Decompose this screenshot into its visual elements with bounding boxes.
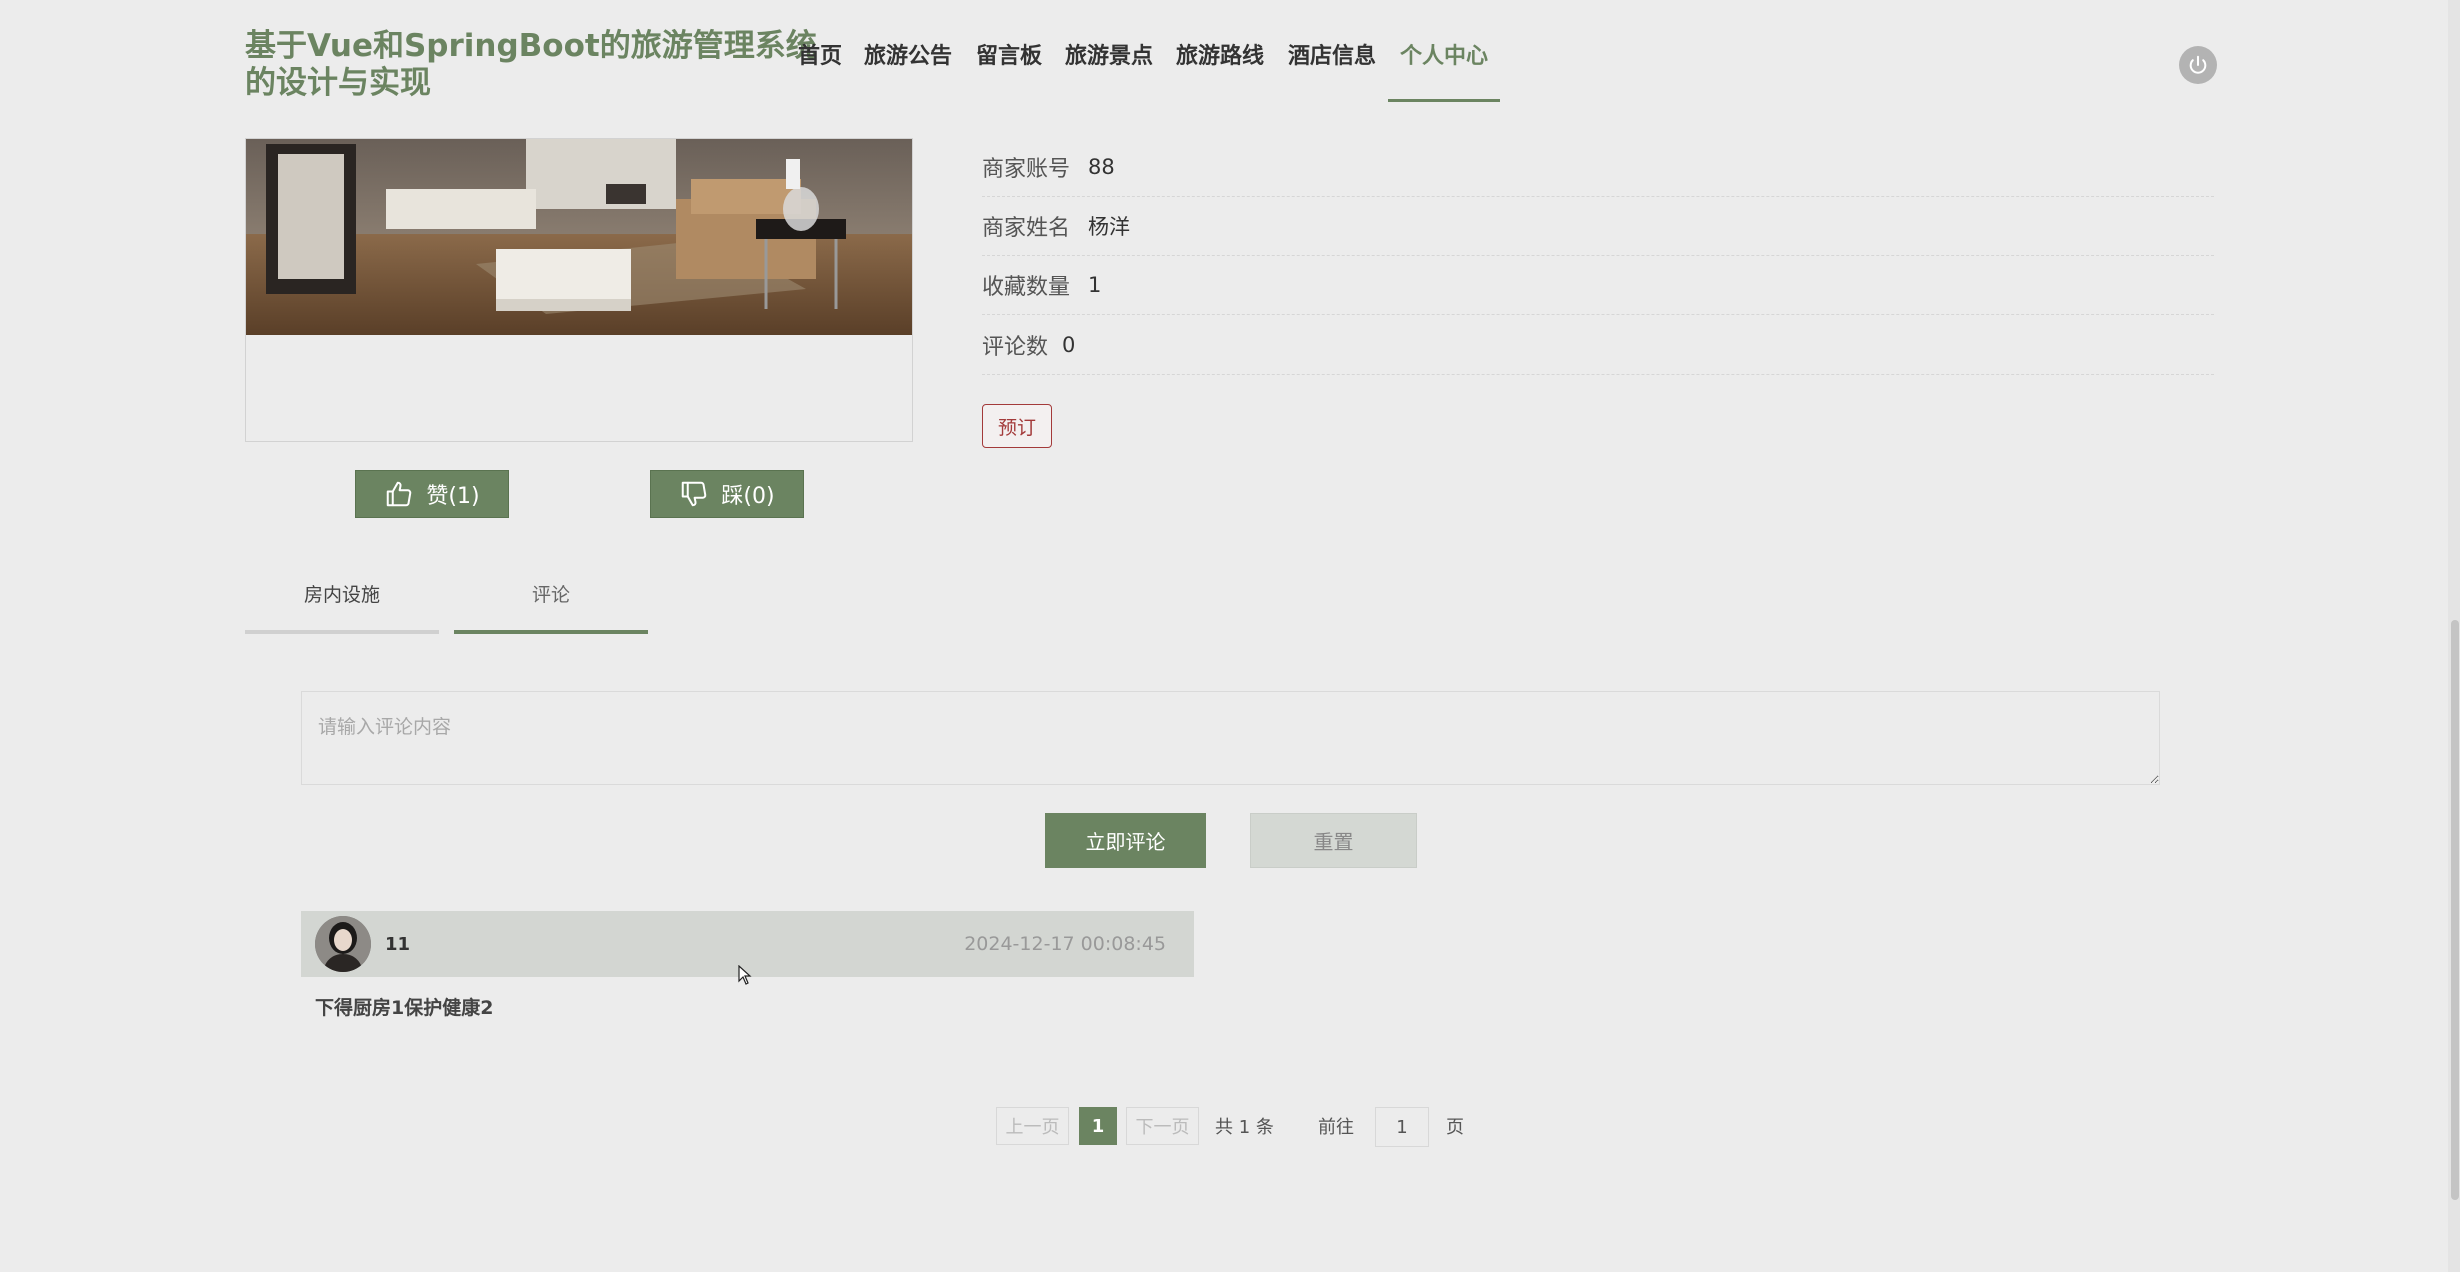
logout-button[interactable] [2179,46,2217,84]
like-button[interactable]: 赞(1) [355,470,509,518]
thumbs-down-icon [682,481,707,507]
info-value: 杨洋 [1088,215,1131,239]
info-row-merchant-account: 商家账号 88 [982,138,2214,197]
room-photo [246,139,912,335]
thumbs-up-icon [387,481,412,507]
scrollbar-thumb[interactable] [2451,620,2459,1200]
info-row-comment-count: 评论数 0 [982,316,2214,375]
nav-scenic-spots[interactable]: 旅游景点 [1065,38,1153,102]
goto-page-input[interactable] [1375,1107,1429,1147]
comment-username: 11 [385,933,411,955]
nav-home[interactable]: 首页 [798,38,842,102]
comment-input[interactable] [301,691,2160,785]
prev-page-button[interactable]: 上一页 [996,1107,1069,1145]
power-icon [2189,55,2207,74]
nav-personal-center[interactable]: 个人中心 [1388,38,1501,102]
avatar [315,916,371,972]
room-image-card [245,138,913,442]
dislike-label: 踩(0) [721,484,775,509]
mouse-cursor-icon [738,965,752,985]
tab-comments[interactable]: 评论 [454,580,648,634]
info-row-merchant-name: 商家姓名 杨洋 [982,197,2214,256]
site-title: 基于Vue和SpringBoot的旅游管理系统的设计与实现 [245,28,817,101]
tab-room-facilities[interactable]: 房内设施 [245,580,439,634]
page-suffix: 页 [1446,1117,1464,1138]
nav-announcements[interactable]: 旅游公告 [864,38,952,102]
info-value: 88 [1088,155,1115,179]
book-button[interactable]: 预订 [982,404,1052,448]
total-count: 共 1 条 [1215,1117,1274,1138]
info-label: 商家姓名 [982,216,1071,241]
info-value: 1 [1088,273,1102,297]
reset-button[interactable]: 重置 [1250,813,1417,868]
info-label: 评论数 [982,335,1049,360]
nav-routes[interactable]: 旅游路线 [1176,38,1264,102]
submit-comment-button[interactable]: 立即评论 [1045,813,1206,868]
info-label: 商家账号 [982,157,1071,182]
info-value: 0 [1062,333,1076,357]
nav-hotels[interactable]: 酒店信息 [1288,38,1376,102]
info-row-favorites: 收藏数量 1 [982,256,2214,315]
info-label: 收藏数量 [982,275,1071,300]
comment-content: 下得厨房1保护健康2 [315,997,494,1019]
dislike-button[interactable]: 踩(0) [650,470,804,518]
goto-label: 前往 [1318,1117,1354,1138]
comment-timestamp: 2024-12-17 00:08:45 [964,933,1166,955]
page-number-1[interactable]: 1 [1079,1107,1117,1145]
like-label: 赞(1) [426,484,480,509]
nav-message-board[interactable]: 留言板 [976,38,1042,102]
next-page-button[interactable]: 下一页 [1126,1107,1199,1145]
